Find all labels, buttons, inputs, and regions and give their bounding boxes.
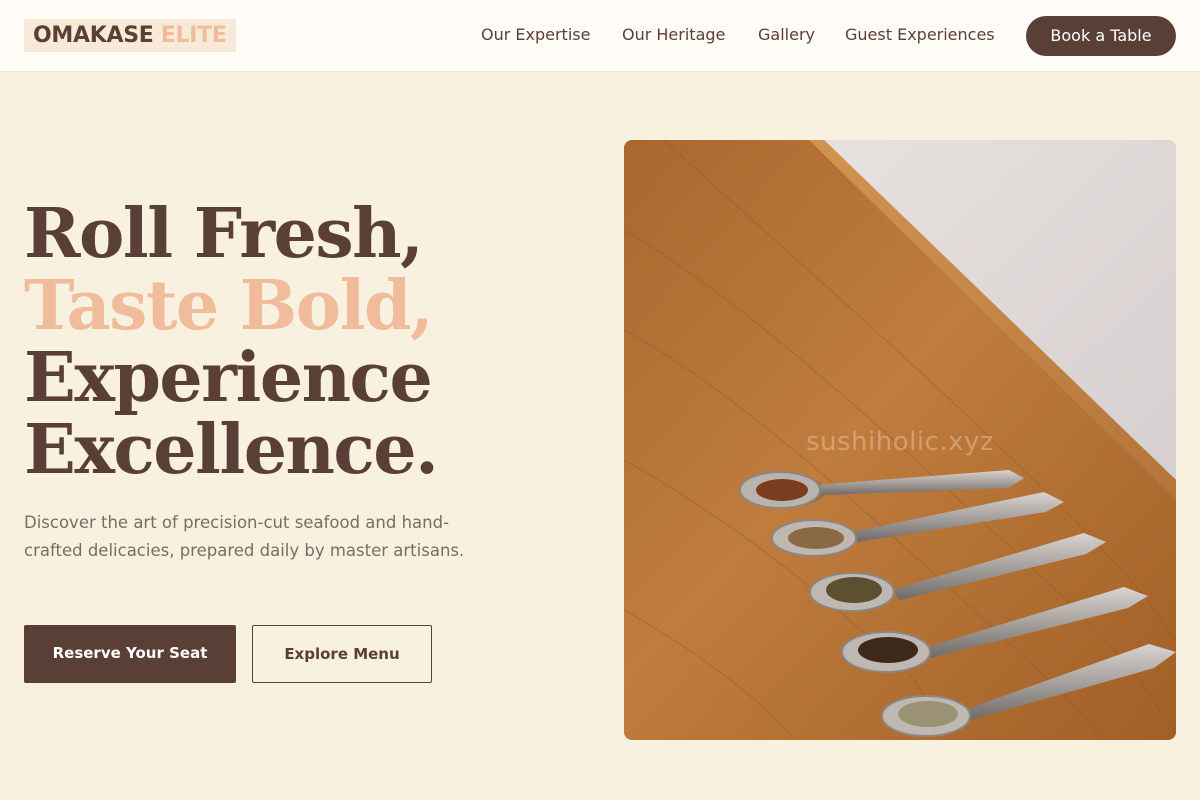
spoons-on-wood-photo: [624, 140, 1176, 740]
nav-link-gallery[interactable]: Gallery: [758, 24, 815, 46]
brand-logo[interactable]: OMAKASE ELITE: [24, 19, 236, 52]
explore-menu-button[interactable]: Explore Menu: [252, 625, 432, 683]
brand-name-primary: OMAKASE: [33, 23, 154, 48]
hero-title-line-3: Experience: [24, 338, 433, 418]
hero-description: Discover the art of precision-cut seafoo…: [24, 513, 465, 560]
brand-name-accent: ELITE: [160, 23, 227, 48]
hero-title-line-4: Excellence.: [24, 410, 439, 490]
book-table-button[interactable]: Book a Table: [1026, 16, 1176, 56]
hero-title-line-2: Taste Bold,: [24, 266, 434, 346]
reserve-seat-button[interactable]: Reserve Your Seat: [24, 625, 236, 683]
hero-title-line-1: Roll Fresh,: [24, 194, 424, 274]
nav-link-guest-experiences[interactable]: Guest Experiences: [845, 24, 995, 46]
nav-link-our-expertise[interactable]: Our Expertise: [481, 24, 590, 46]
top-navbar: OMAKASE ELITE Our Expertise Our Heritage…: [0, 0, 1200, 72]
nav-link-our-heritage[interactable]: Our Heritage: [622, 24, 725, 46]
hero-image-spoons: sushiholic.xyz: [624, 140, 1176, 740]
hero-title: Roll Fresh, Taste Bold, Experience Excel…: [24, 198, 584, 486]
